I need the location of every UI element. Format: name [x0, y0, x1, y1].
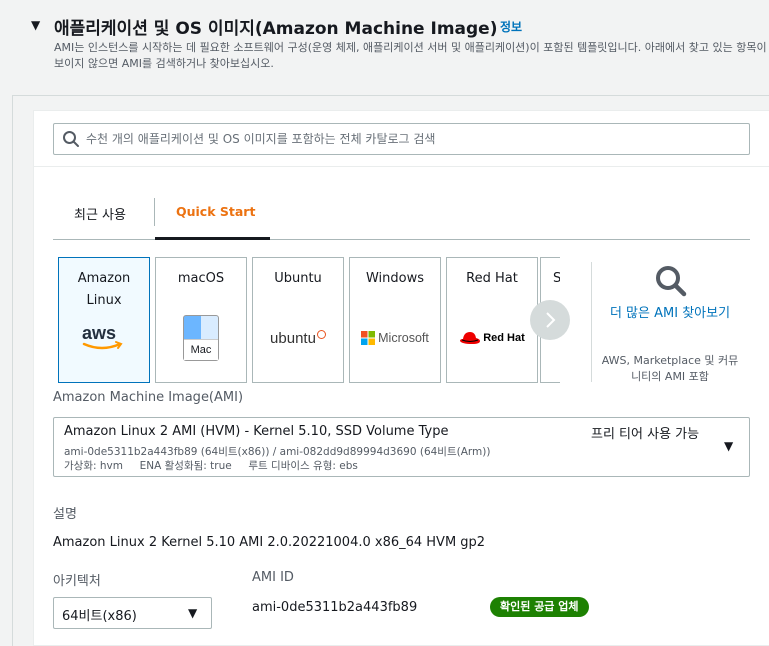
search-input[interactable] — [86, 125, 736, 153]
os-card-label: Red Hat — [466, 271, 518, 286]
section-header: ▼ 애플리케이션 및 OS 이미지(Amazon Machine Image) … — [0, 0, 769, 95]
divider — [12, 95, 769, 96]
browse-more-amis-subtext: AWS, Marketplace 및 커뮤니티의 AMI 포함 — [601, 354, 739, 383]
search-icon — [656, 266, 687, 297]
ami-name: Amazon Linux 2 AMI (HVM) - Kernel 5.10, … — [64, 424, 449, 439]
divider — [33, 166, 769, 167]
architecture-select[interactable]: 64비트(x86) ▼ — [53, 597, 212, 629]
tab-recent[interactable]: 최근 사용 — [74, 204, 126, 223]
divider — [591, 262, 592, 382]
caret-down-icon: ▼ — [724, 439, 734, 453]
ubuntu-logo-icon: ubuntu — [253, 316, 343, 360]
description-label: 설명 — [53, 507, 77, 522]
redhat-logo-text: Red Hat — [483, 332, 525, 344]
search-icon — [63, 131, 79, 147]
divider — [12, 95, 13, 646]
os-card-amazon-linux[interactable]: Amazon Linux aws — [58, 257, 150, 383]
browse-more-amis-link[interactable]: 더 많은 AMI 찾아보기 — [600, 303, 740, 324]
info-link[interactable]: 정보 — [500, 18, 522, 35]
verified-provider-badge: 확인된 공급 업체 — [490, 597, 589, 617]
os-card-ubuntu[interactable]: Ubuntu ubuntu — [252, 257, 344, 383]
ami-id-value: ami-0de5311b2a443fb89 — [252, 600, 418, 615]
tab-quick-start[interactable]: Quick Start — [176, 204, 255, 219]
microsoft-logo-icon: Microsoft — [350, 316, 440, 360]
aws-logo-icon: aws — [59, 316, 149, 360]
ami-meta: 가상화: hvm ENA 활성화됨: true 루트 디바이스 유형: ebs — [64, 460, 358, 472]
ami-ids: ami-0de5311b2a443fb89 (64비트(x86)) / ami-… — [64, 446, 491, 458]
os-card-label: Amazon Linux — [77, 271, 131, 308]
ami-select[interactable]: Amazon Linux 2 AMI (HVM) - Kernel 5.10, … — [53, 417, 750, 477]
mac-finder-icon: Mac — [156, 315, 246, 361]
os-card-label: Ubuntu — [274, 271, 322, 286]
svg-text:aws: aws — [82, 323, 116, 343]
chevron-right-icon — [546, 312, 556, 328]
architecture-value: 64비트(x86) — [62, 609, 137, 624]
section-description: AMI는 인스턴스를 시작하는 데 필요한 소프트웨어 구성(운영 체제, 애플… — [54, 41, 767, 70]
caret-down-icon: ▼ — [188, 606, 198, 620]
active-tab-indicator — [155, 237, 270, 240]
ami-field-label: Amazon Machine Image(AMI) — [53, 390, 244, 405]
ami-id-label: AMI ID — [252, 570, 294, 585]
section-title: 애플리케이션 및 OS 이미지(Amazon Machine Image) — [54, 19, 498, 39]
os-card-macos[interactable]: macOS Mac — [155, 257, 247, 383]
ubuntu-logo-text: ubuntu — [270, 329, 316, 347]
caret-down-icon[interactable]: ▼ — [31, 18, 40, 32]
os-card-label: Windows — [365, 271, 425, 286]
os-card-label: macOS — [177, 271, 225, 286]
catalog-search[interactable] — [53, 123, 750, 155]
os-card-windows[interactable]: Windows Microsoft — [349, 257, 441, 383]
description-value: Amazon Linux 2 Kernel 5.10 AMI 2.0.20221… — [53, 535, 486, 550]
redhat-logo-icon: Red Hat — [447, 316, 537, 360]
tab-separator — [154, 198, 155, 226]
free-tier-label: 프리 티어 사용 가능 — [591, 427, 700, 442]
os-card-redhat[interactable]: Red Hat Red Hat — [446, 257, 538, 383]
carousel-next-button[interactable] — [530, 300, 570, 340]
mac-logo-text: Mac — [184, 339, 218, 360]
architecture-label: 아키텍처 — [53, 574, 101, 589]
os-card-label: S — [553, 271, 560, 286]
microsoft-logo-text: Microsoft — [378, 331, 429, 345]
